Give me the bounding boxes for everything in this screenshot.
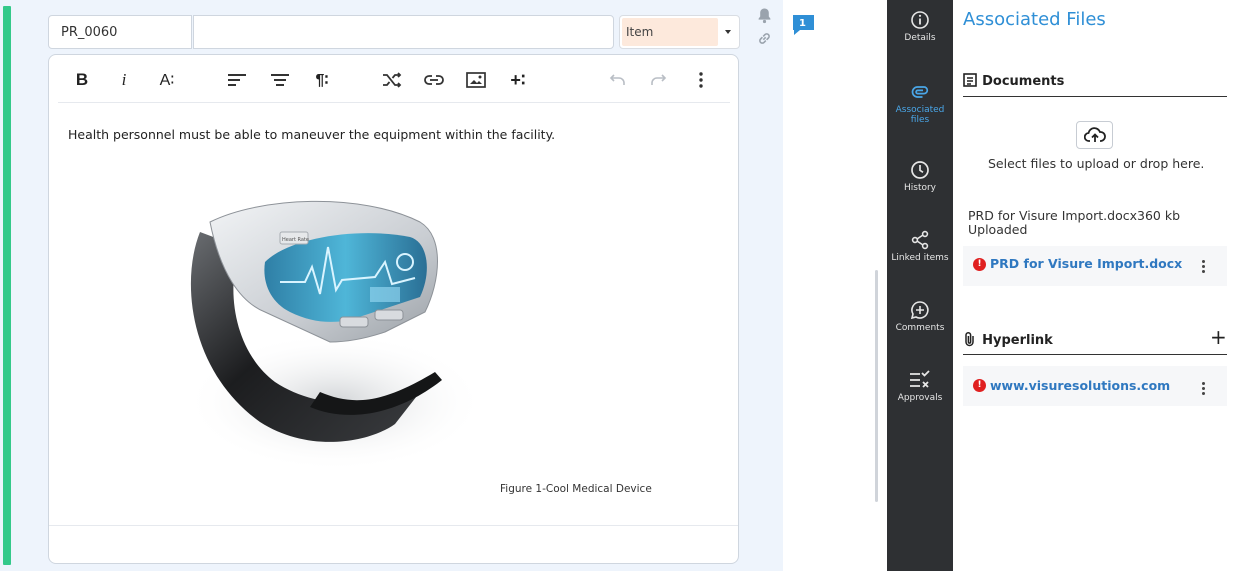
- document-icon: [963, 73, 977, 87]
- documents-divider: [963, 96, 1227, 97]
- hyperlink-divider: [963, 354, 1227, 355]
- checklist-icon: [910, 370, 930, 388]
- image-icon: [466, 72, 486, 88]
- item-id-field[interactable]: PR_0060: [48, 15, 192, 49]
- nav-associated-files[interactable]: Associated files: [887, 82, 953, 125]
- link-icon[interactable]: [757, 31, 772, 50]
- side-navigation: Details Associated files History Linked …: [887, 0, 953, 571]
- status-bar: [3, 6, 11, 565]
- paragraph-format-button[interactable]: ¶∶: [310, 68, 334, 92]
- nav-linked-items-label: Linked items: [891, 253, 949, 263]
- documents-header: Documents: [982, 74, 1065, 89]
- hyperlink-header: Hyperlink: [982, 333, 1053, 348]
- document-row: ! PRD for Visure Import.docx: [963, 246, 1227, 286]
- undo-icon: [609, 74, 625, 85]
- document-link[interactable]: PRD for Visure Import.docx: [990, 256, 1182, 271]
- upload-status: PRD for Visure Import.docx360 kb Uploade…: [968, 209, 1208, 237]
- hyperlink-url[interactable]: www.visuresolutions.com: [990, 378, 1170, 393]
- kebab-icon: [699, 72, 703, 88]
- nav-associated-files-label: Associated files: [895, 105, 945, 125]
- paperclip-icon: [911, 86, 929, 98]
- nav-comments-label: Comments: [895, 323, 945, 333]
- more-options-button[interactable]: [689, 68, 713, 92]
- font-size-label: A∶: [159, 72, 175, 89]
- nav-comments[interactable]: Comments: [887, 300, 953, 333]
- item-type-value: Item: [622, 18, 718, 46]
- shuffle-button[interactable]: [380, 68, 404, 92]
- bold-button[interactable]: B: [70, 68, 94, 92]
- align-center-button[interactable]: [268, 68, 292, 92]
- toolbar-divider: [58, 102, 730, 103]
- cloud-upload-icon: [1083, 127, 1106, 142]
- undo-button[interactable]: [605, 68, 629, 92]
- nav-approvals[interactable]: Approvals: [887, 370, 953, 403]
- paragraph-label: ¶∶: [315, 72, 329, 89]
- scrollbar[interactable]: [875, 270, 878, 502]
- align-center-icon: [271, 74, 289, 86]
- align-left-button[interactable]: [225, 68, 249, 92]
- item-type-select[interactable]: Item: [619, 15, 740, 49]
- shuffle-icon: [383, 72, 402, 88]
- upload-button[interactable]: [1076, 121, 1113, 149]
- nav-details-label: Details: [904, 33, 936, 43]
- hyperlink-section-header: Hyperlink: [963, 329, 1053, 348]
- error-icon: !: [973, 379, 986, 392]
- panel-title: Associated Files: [963, 9, 1106, 30]
- info-icon: [911, 11, 929, 29]
- clock-icon: [911, 161, 929, 179]
- share-icon: [911, 230, 929, 250]
- nav-linked-items[interactable]: Linked items: [887, 230, 953, 263]
- nav-history-label: History: [903, 183, 937, 193]
- upload-status-file: PRD for Visure Import.docx360 kb: [968, 208, 1181, 223]
- figure-caption: Figure 1-Cool Medical Device: [500, 483, 652, 495]
- chevron-down-icon: [725, 30, 731, 34]
- link-icon: [424, 75, 444, 85]
- insert-link-button[interactable]: [422, 68, 446, 92]
- bell-icon[interactable]: [757, 7, 772, 28]
- editor-footer-divider: [49, 525, 738, 526]
- hyperlink-row: ! www.visuresolutions.com: [963, 366, 1227, 406]
- item-title-input[interactable]: [193, 15, 614, 49]
- insert-image-button[interactable]: [464, 68, 488, 92]
- paperclip-icon: [965, 331, 974, 347]
- upload-hint: Select files to upload or drop here.: [988, 156, 1205, 171]
- italic-button[interactable]: i: [112, 68, 136, 92]
- device-image: Heart Rate: [170, 192, 490, 482]
- documents-section-header: Documents: [963, 70, 1064, 89]
- upload-status-state: Uploaded: [968, 222, 1028, 237]
- insert-more-button[interactable]: +∶: [506, 68, 530, 92]
- nav-history[interactable]: History: [887, 160, 953, 193]
- align-left-icon: [228, 74, 246, 86]
- document-more-button[interactable]: [1202, 260, 1206, 275]
- italic-label: i: [121, 70, 127, 89]
- screen-label: Heart Rate: [282, 237, 309, 243]
- add-hyperlink-button[interactable]: +: [1210, 325, 1227, 349]
- comment-count-badge[interactable]: 1: [792, 14, 815, 41]
- error-icon: !: [973, 258, 986, 271]
- nav-details[interactable]: Details: [887, 10, 953, 43]
- font-size-button[interactable]: A∶: [155, 68, 179, 92]
- redo-button[interactable]: [647, 68, 671, 92]
- redo-icon: [651, 74, 667, 85]
- bold-label: B: [75, 70, 89, 89]
- comment-plus-icon: [910, 301, 929, 320]
- requirement-text: Health personnel must be able to maneuve…: [68, 127, 556, 142]
- comment-count: 1: [799, 18, 806, 29]
- insert-label: +∶: [510, 69, 526, 90]
- hyperlink-more-button[interactable]: [1202, 382, 1206, 397]
- nav-approvals-label: Approvals: [897, 393, 943, 403]
